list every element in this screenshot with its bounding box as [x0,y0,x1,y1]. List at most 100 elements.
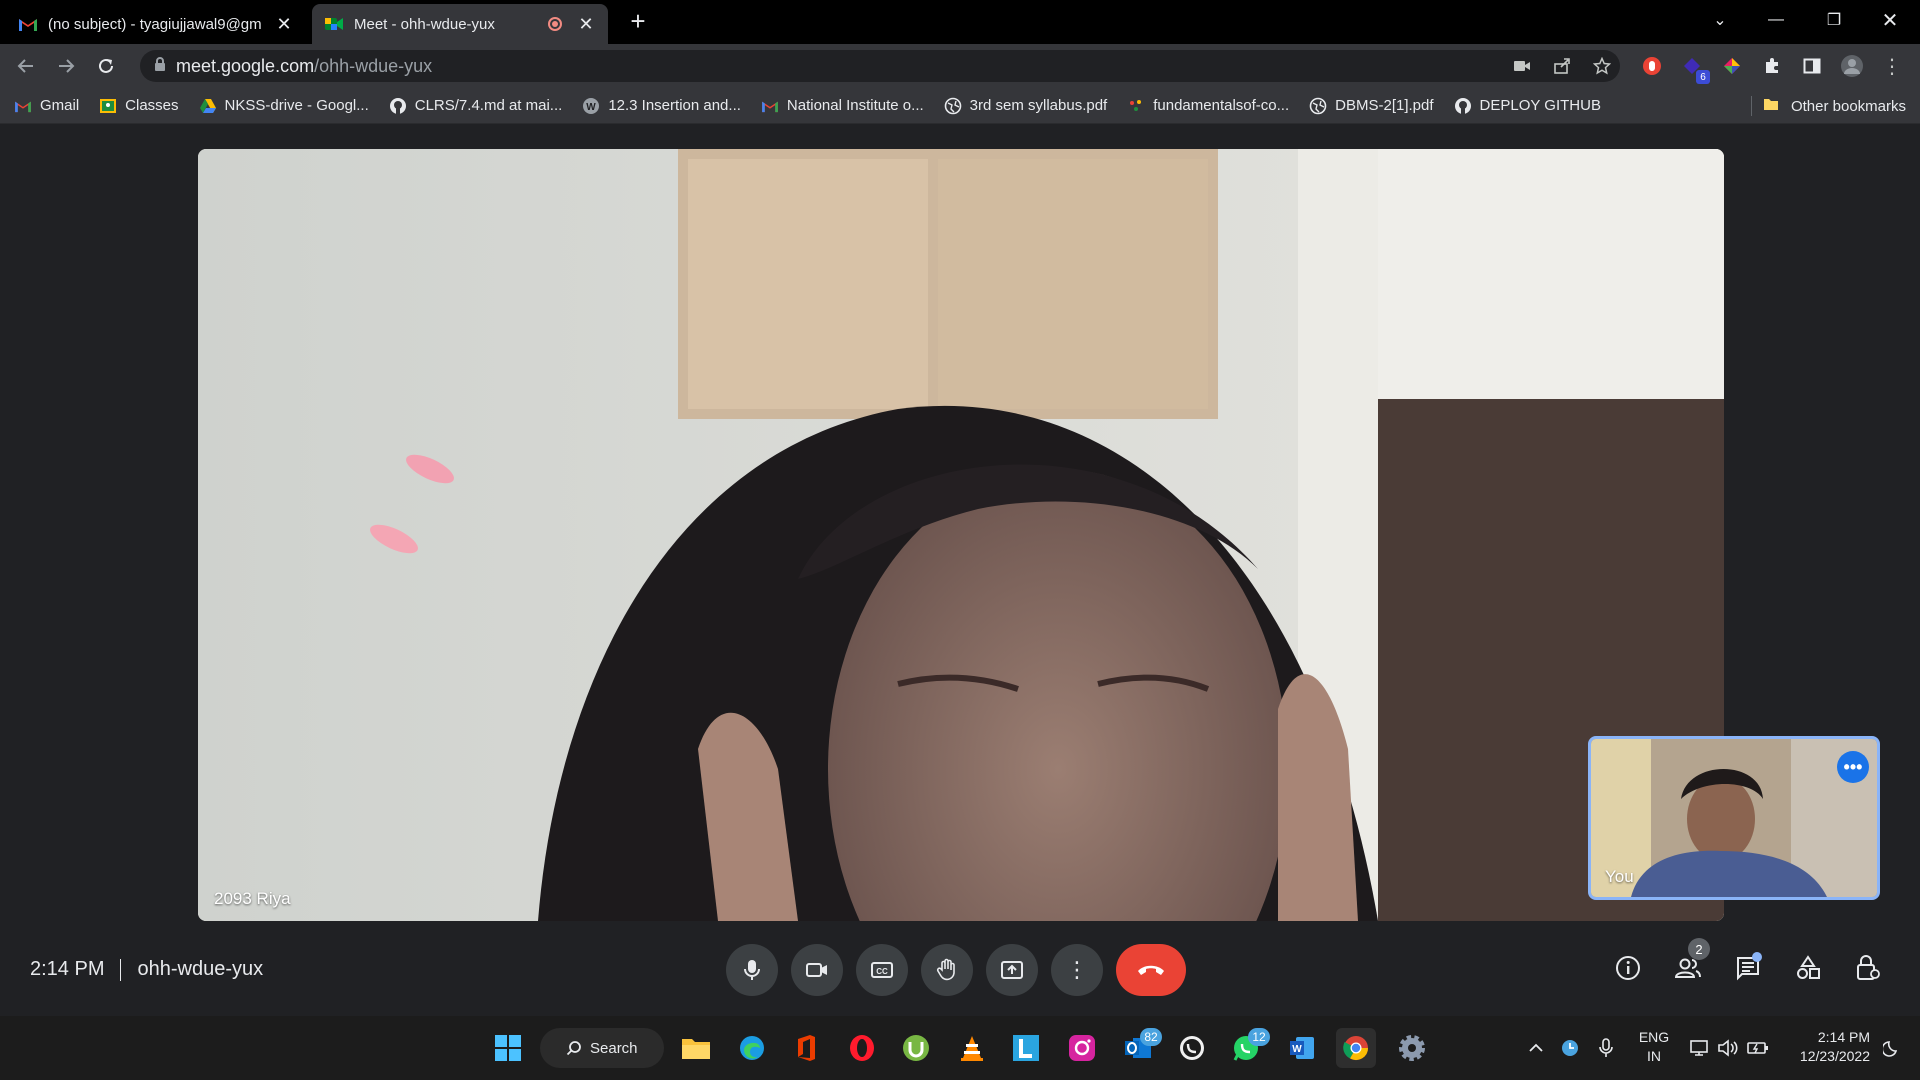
tab-title: Meet - ohh-wdue-yux [354,15,495,33]
forward-arrow-icon [59,59,75,73]
tab-meet[interactable]: Meet - ohh-wdue-yux ✕ [312,4,608,44]
search-label: Search [590,1039,638,1057]
instagram-icon[interactable] [1062,1028,1102,1068]
gmail-icon [761,97,779,115]
language-code: ENG [1638,1029,1670,1045]
volume-icon[interactable] [1712,1028,1744,1068]
office-icon[interactable] [786,1028,826,1068]
info-icon [1616,956,1640,980]
url-host: meet.google.com [176,55,315,76]
present-screen-button[interactable] [986,944,1038,996]
whatsapp-desktop-icon[interactable]: 12 [1226,1028,1270,1068]
camera-button[interactable] [791,944,843,996]
present-screen-icon [1001,961,1023,979]
chat-button[interactable] [1724,944,1772,992]
gmail-icon [14,97,32,115]
bookmark-clrs[interactable]: CLRS/7.4.md at mai... [389,92,562,120]
bookmark-nkss-drive[interactable]: NKSS-drive - Googl... [199,92,369,120]
address-bar[interactable]: meet.google.com/ohh-wdue-yux [140,50,1620,82]
clock-app-icon[interactable] [1554,1028,1586,1068]
folder-icon [1763,96,1781,116]
bookmark-label: 3rd sem syllabus.pdf [969,97,1108,114]
vlc-icon[interactable] [952,1028,992,1068]
bookmark-deploy-github[interactable]: DEPLOY GITHUB [1454,92,1601,120]
language-indicator[interactable]: ENG IN [1632,1028,1676,1066]
bookmark-gmail[interactable]: Gmail [14,92,79,120]
microphone-tray-icon[interactable] [1590,1028,1622,1068]
taskbar-search[interactable]: Search [540,1028,664,1068]
extension-purple-icon[interactable]: 6 [1678,52,1710,84]
people-button[interactable]: 2 [1664,938,1712,992]
clock-time: 2:14 PM [1817,1029,1870,1045]
extensions-puzzle-icon[interactable] [1758,52,1786,80]
opera-icon[interactable] [842,1028,882,1068]
windows-logo-icon [495,1035,521,1061]
settings-gear-icon[interactable] [1392,1028,1432,1068]
microphone-button[interactable] [726,944,778,996]
browser-menu-icon[interactable]: ⋮ [1878,52,1906,80]
activities-button[interactable] [1784,944,1832,992]
leave-call-button[interactable] [1116,944,1186,996]
github-icon [1454,97,1472,115]
main-participant-name: 2093 Riya [214,889,291,908]
main-participant-video[interactable]: 2093 Riya [198,149,1724,921]
self-view-tile[interactable]: You ••• [1588,736,1880,900]
outlook-icon[interactable]: 82 [1118,1028,1162,1068]
bookmark-dbms[interactable]: DBMS-2[1].pdf [1309,92,1434,120]
l-app-icon[interactable] [1006,1028,1046,1068]
profile-avatar[interactable] [1838,52,1866,80]
file-explorer-icon[interactable] [676,1028,716,1068]
bookmark-fundamentals[interactable]: fundamentalsof-co... [1127,92,1289,120]
meeting-code: ohh-wdue-yux [137,958,264,980]
bookmark-syllabus[interactable]: 3rd sem syllabus.pdf [944,92,1108,120]
bookmark-national-institute[interactable]: National Institute o... [761,92,924,120]
search-icon [566,1040,582,1056]
extension-red-icon[interactable] [1638,52,1666,80]
word-icon[interactable]: W [1282,1028,1322,1068]
share-icon[interactable] [1548,52,1576,80]
battery-icon[interactable] [1742,1028,1774,1068]
back-arrow-icon [17,59,33,73]
camera-in-use-icon[interactable] [1508,52,1536,80]
tab-gmail[interactable]: (no subject) - tyagiujjawal9@gm ✕ [6,4,306,44]
activities-shapes-icon [1797,955,1820,979]
back-button[interactable] [10,50,42,82]
taskbar-clock[interactable]: 2:14 PM 12/23/2022 [1784,1028,1870,1066]
bookmark-classes[interactable]: Classes [99,92,179,120]
closed-captions-icon: CC [871,962,893,978]
tab-strip: (no subject) - tyagiujjawal9@gm ✕ Meet -… [0,0,1920,44]
bookmark-insertion[interactable]: W 12.3 Insertion and... [582,92,741,120]
side-panel-icon[interactable] [1798,52,1826,80]
forward-button[interactable] [50,50,82,82]
host-controls-button[interactable] [1844,944,1892,992]
notification-moon-icon[interactable] [1876,1028,1908,1068]
meeting-details-button[interactable] [1604,944,1652,992]
reload-button[interactable] [90,50,122,82]
utorrent-icon[interactable] [896,1028,936,1068]
captions-button[interactable]: CC [856,944,908,996]
more-options-icon[interactable]: ••• [1837,751,1869,783]
show-hidden-icons-chevron-icon[interactable] [1522,1028,1550,1068]
close-tab-icon[interactable]: ✕ [274,14,294,34]
whatsapp-icon[interactable] [1172,1028,1212,1068]
bookmark-label: 12.3 Insertion and... [608,97,741,114]
more-options-button[interactable]: ⋮ [1051,944,1103,996]
close-window-button[interactable]: ✕ [1862,0,1918,40]
other-bookmarks-button[interactable]: Other bookmarks [1763,92,1906,120]
edge-icon[interactable] [732,1028,772,1068]
bookmark-star-icon[interactable] [1588,52,1616,80]
raise-hand-button[interactable] [921,944,973,996]
meeting-time: 2:14 PM [30,958,105,980]
restore-button[interactable]: ❐ [1806,0,1862,40]
new-tab-button[interactable]: + [624,8,652,36]
start-button[interactable] [488,1028,528,1068]
extension-color-icon[interactable] [1718,52,1746,80]
dots-icon [1127,97,1145,115]
globe-icon [1309,97,1327,115]
chrome-icon[interactable] [1336,1028,1376,1068]
minimize-button[interactable]: — [1748,0,1804,40]
tab-search-chevron-icon[interactable]: ⌄ [1692,0,1748,40]
close-tab-icon[interactable]: ✕ [576,14,596,34]
w-icon: W [582,97,600,115]
meeting-details: 2:14 PM ohh-wdue-yux [30,958,263,981]
